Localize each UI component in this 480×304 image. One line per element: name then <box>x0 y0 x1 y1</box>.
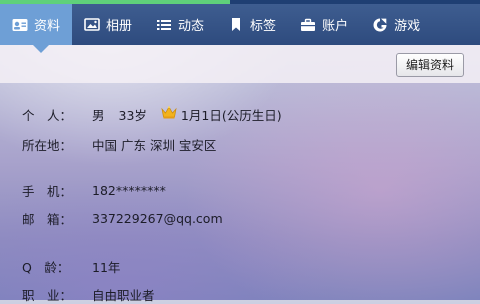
active-tab-pointer <box>33 45 49 53</box>
crown-icon <box>161 106 177 122</box>
personal-label: 个 人： <box>22 107 73 123</box>
edit-profile-button[interactable]: 编辑资料 <box>395 53 464 77</box>
loading-progress-fill <box>0 0 231 4</box>
job-label: 职 业： <box>22 287 73 303</box>
tab-label: 动态 <box>178 19 205 34</box>
location-row: 所在地： 中国 广东 深圳 宝安区 <box>22 134 216 154</box>
email-value: 337229267@qq.com <box>92 210 223 226</box>
tab-account[interactable]: 账户 <box>288 4 360 45</box>
tab-photos[interactable]: 相册 <box>72 4 144 45</box>
tab-games[interactable]: 游戏 <box>360 4 432 45</box>
list-icon <box>156 17 172 33</box>
qage-row: Q 龄： 11年 <box>22 256 120 276</box>
tab-label: 游戏 <box>394 19 421 34</box>
phone-value: 182******** <box>92 182 166 198</box>
briefcase-icon <box>300 17 316 33</box>
loading-progress-bar <box>0 0 480 4</box>
birthday-value: 1月1日(公历生日) <box>180 107 282 123</box>
tab-label: 账户 <box>322 19 349 34</box>
location-label: 所在地： <box>22 137 73 153</box>
phone-label: 手 机： <box>22 183 73 199</box>
email-row: 邮 箱： 337229267@qq.com <box>22 208 223 228</box>
email-label: 邮 箱： <box>22 211 73 227</box>
age-value: 33岁 <box>118 107 147 123</box>
photo-album-icon <box>84 17 100 33</box>
qage-label: Q 龄： <box>22 259 70 275</box>
game-icon <box>372 17 388 33</box>
tab-feed[interactable]: 动态 <box>144 4 216 45</box>
id-card-icon <box>12 17 28 33</box>
tab-label: 资料 <box>34 19 61 34</box>
tab-label: 标签 <box>250 19 277 34</box>
toolbar: 编辑资料 <box>0 45 480 83</box>
job-row: 职 业： 自由职业者 <box>22 284 155 304</box>
bookmark-icon <box>228 17 244 33</box>
tab-profile[interactable]: 资料 <box>0 4 73 45</box>
phone-row: 手 机： 182******** <box>22 180 166 200</box>
job-value: 自由职业者 <box>92 287 155 303</box>
tab-label: 相册 <box>106 19 133 34</box>
gender-value: 男 <box>92 107 105 123</box>
personal-row: 个 人： 男 33岁 1月1日(公历生日) <box>22 104 282 124</box>
qage-value: 11年 <box>92 259 121 275</box>
tab-tags[interactable]: 标签 <box>216 4 288 45</box>
profile-tab-bar: 资料 相册 动态 标签 账户 游戏 <box>0 4 480 45</box>
location-value: 中国 广东 深圳 宝安区 <box>92 137 217 153</box>
